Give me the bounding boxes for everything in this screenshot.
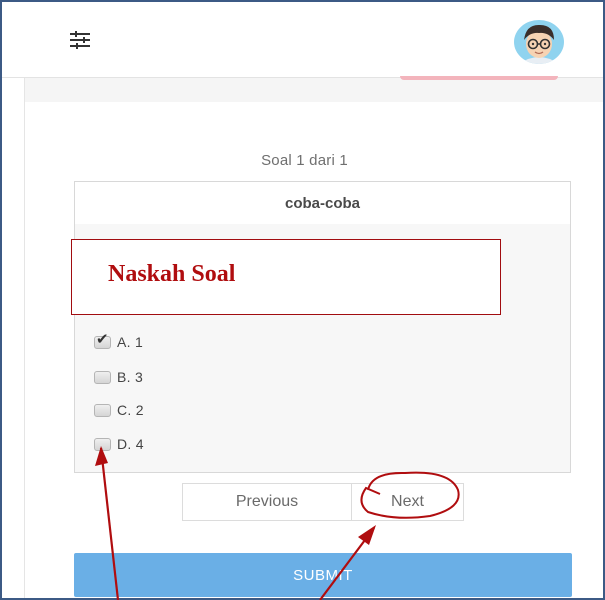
option-c-checkbox[interactable] [94, 403, 111, 417]
option-d[interactable]: D. 4 [94, 433, 144, 455]
section-strip [24, 78, 603, 102]
option-c-label: C. 2 [117, 402, 144, 418]
app-window: Soal 1 dari 1 coba-coba Naskah Soal ✔ A.… [0, 0, 605, 600]
quiz-title: coba-coba [74, 181, 571, 225]
checkmark-icon: ✔ [96, 330, 109, 348]
previous-button[interactable]: Previous [183, 484, 352, 520]
question-counter: Soal 1 dari 1 [261, 152, 348, 169]
option-d-label: D. 4 [117, 436, 144, 452]
option-a-checkbox[interactable]: ✔ [94, 332, 111, 349]
annotation-label: Naskah Soal [108, 261, 236, 287]
option-c[interactable]: C. 2 [94, 399, 144, 421]
top-bar [2, 2, 603, 78]
next-button[interactable]: Next [352, 484, 463, 520]
user-avatar-icon[interactable] [514, 20, 564, 64]
pagination: Previous Next [182, 483, 464, 521]
option-a[interactable]: ✔ A. 1 [94, 331, 143, 353]
tab-indicator [400, 76, 558, 80]
option-b-label: B. 3 [117, 369, 144, 385]
option-d-checkbox[interactable] [94, 437, 111, 451]
option-a-label: A. 1 [117, 334, 144, 350]
submit-button[interactable]: SUBMIT [74, 553, 572, 597]
sliders-icon[interactable] [68, 28, 92, 52]
option-b[interactable]: B. 3 [94, 366, 143, 388]
option-b-checkbox[interactable] [94, 370, 111, 384]
annotation-box: Naskah Soal [71, 239, 501, 315]
